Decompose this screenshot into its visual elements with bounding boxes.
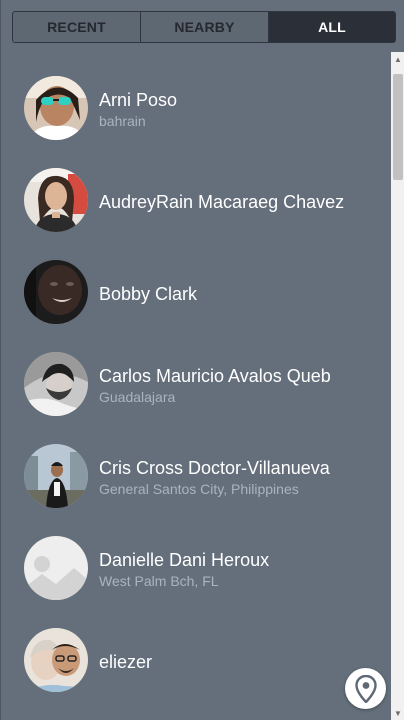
avatar: [24, 628, 88, 692]
list-item[interactable]: AudreyRain Macaraeg Chavez: [1, 144, 391, 236]
person-location: General Santos City, Philippines: [99, 481, 299, 497]
scrollbar-thumb[interactable]: [393, 74, 403, 180]
people-list-screen: RECENT NEARBY ALL Arni Poso bahrain Audr…: [0, 0, 404, 720]
person-name: eliezer: [99, 652, 153, 672]
tab-recent[interactable]: RECENT: [13, 12, 140, 42]
placeholder-image-icon: [24, 536, 88, 600]
list-item[interactable]: Danielle Dani Heroux West Palm Bch, FL: [1, 512, 391, 604]
list-item[interactable]: Cris Cross Doctor-Villanueva General San…: [1, 420, 391, 512]
tab-all[interactable]: ALL: [268, 12, 395, 42]
person-location: Guadalajara: [99, 389, 176, 405]
person-name: Carlos Mauricio Avalos Queb: [99, 366, 331, 386]
person-name: Arni Poso: [99, 90, 178, 110]
list-item[interactable]: Bobby Clark: [1, 236, 391, 328]
list-item[interactable]: Arni Poso bahrain: [1, 52, 391, 144]
list-item[interactable]: eliezer: [1, 604, 391, 696]
tab-nearby[interactable]: NEARBY: [140, 12, 268, 42]
map-pin-button[interactable]: [345, 668, 386, 709]
tab-bar: RECENT NEARBY ALL: [1, 0, 404, 52]
avatar: [24, 168, 88, 232]
person-name: AudreyRain Macaraeg Chavez: [99, 192, 345, 212]
list-item[interactable]: Carlos Mauricio Avalos Queb Guadalajara: [1, 328, 391, 420]
person-name: Cris Cross Doctor-Villanueva: [99, 458, 330, 478]
segmented-tabs: RECENT NEARBY ALL: [12, 11, 396, 43]
scroll-down-arrow-icon[interactable]: ▼: [391, 706, 404, 720]
person-location: bahrain: [99, 113, 146, 129]
person-location: West Palm Bch, FL: [99, 573, 219, 589]
person-name: Danielle Dani Heroux: [99, 550, 270, 570]
avatar: [24, 444, 88, 508]
people-list[interactable]: Arni Poso bahrain AudreyRain Macaraeg Ch…: [1, 52, 391, 720]
map-pin-icon: [354, 674, 377, 703]
scrollbar[interactable]: ▲ ▼: [391, 52, 404, 720]
person-name: Bobby Clark: [99, 284, 198, 304]
scroll-up-arrow-icon[interactable]: ▲: [391, 52, 404, 66]
avatar: [24, 260, 88, 324]
avatar: [24, 76, 88, 140]
avatar: [24, 352, 88, 416]
